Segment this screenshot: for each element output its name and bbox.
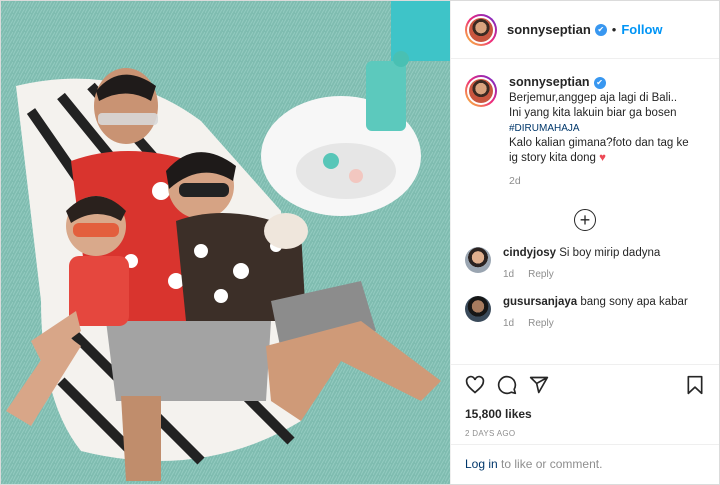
follow-button[interactable]: Follow	[621, 22, 662, 37]
verified-badge-icon: ✔	[594, 23, 607, 36]
comment-body: cindyjosy Si boy mirip dadyna 1d Reply	[503, 247, 660, 280]
commenter-avatar[interactable]	[465, 296, 491, 322]
share-icon[interactable]	[529, 375, 549, 395]
caption-line-4-row: ig story kita dong ♥	[509, 151, 689, 166]
comment-text: bang sony apa kabar	[580, 296, 688, 308]
comment-username[interactable]: cindyjosy	[503, 247, 556, 259]
caption-line-3: Kalo kalian gimana?foto dan tag ke	[509, 137, 689, 149]
reply-button[interactable]: Reply	[528, 318, 554, 329]
author-username[interactable]: sonnyseptian	[507, 22, 591, 37]
comment-text: Si boy mirip dadyna	[559, 247, 661, 259]
caption-hashtag[interactable]: #DIRUMAHAJA	[509, 121, 689, 136]
login-prompt-text: to like or comment.	[497, 457, 603, 471]
comment-time[interactable]: 1d	[503, 269, 514, 280]
comment-time[interactable]: 1d	[503, 318, 514, 329]
comment-body: gusursanjaya bang sony apa kabar 1d Reply	[503, 296, 688, 329]
caption-line-4: ig story kita dong	[509, 152, 596, 164]
separator-dot: •	[611, 22, 617, 37]
likes-count[interactable]: 15,800 likes	[465, 407, 705, 421]
comment-item: gusursanjaya bang sony apa kabar 1d Reply	[451, 296, 719, 329]
caption-username[interactable]: sonnyseptian	[509, 75, 590, 89]
caption-avatar[interactable]	[465, 75, 497, 107]
caption-time[interactable]: 2d	[509, 174, 689, 189]
reply-button[interactable]: Reply	[528, 269, 554, 280]
login-prompt: Log in to like or comment.	[451, 444, 719, 483]
avatar-border	[467, 15, 495, 44]
heart-emoji-icon: ♥	[599, 152, 606, 164]
comment-meta: 1d Reply	[503, 269, 660, 280]
instagram-post: sonnyseptian ✔ • Follow sonnyseptian ✔ Be…	[0, 0, 720, 485]
avatar-image	[469, 17, 493, 42]
post-caption: sonnyseptian ✔ Berjemur,anggep aja lagi d…	[451, 59, 719, 189]
comment-content: gusursanjaya bang sony apa kabar	[503, 296, 688, 308]
heart-icon[interactable]	[465, 375, 485, 395]
verified-badge-icon: ✔	[593, 76, 606, 89]
load-more-comments: +	[451, 209, 719, 231]
comment-username[interactable]: gusursanjaya	[503, 296, 577, 308]
family-photo-illustration	[1, 1, 450, 484]
comment-meta: 1d Reply	[503, 318, 688, 329]
caption-header: sonnyseptian ✔	[509, 75, 689, 91]
avatar-image	[469, 79, 493, 103]
bookmark-icon[interactable]	[685, 375, 705, 395]
author-avatar[interactable]	[465, 13, 497, 46]
caption-line-1: Berjemur,anggep aja lagi di Bali..	[509, 92, 678, 104]
avatar-border	[467, 77, 495, 105]
caption-body: sonnyseptian ✔ Berjemur,anggep aja lagi d…	[509, 75, 689, 189]
load-more-comments-icon[interactable]: +	[574, 209, 596, 231]
comment-icon[interactable]	[497, 375, 517, 395]
posted-time[interactable]: 2 DAYS AGO	[465, 429, 705, 438]
login-link[interactable]: Log in	[465, 457, 498, 471]
post-photo[interactable]	[1, 1, 450, 484]
action-icons	[465, 373, 705, 397]
caption-line-2: Ini yang kita lakuin biar ga bosen	[509, 107, 677, 119]
comment-item: cindyjosy Si boy mirip dadyna 1d Reply	[451, 247, 719, 280]
post-actions: 15,800 likes 2 DAYS AGO	[451, 364, 719, 438]
comment-content: cindyjosy Si boy mirip dadyna	[503, 247, 660, 259]
post-sidebar: sonnyseptian ✔ • Follow sonnyseptian ✔ Be…	[450, 1, 719, 484]
post-header: sonnyseptian ✔ • Follow	[451, 1, 719, 59]
commenter-avatar[interactable]	[465, 247, 491, 273]
